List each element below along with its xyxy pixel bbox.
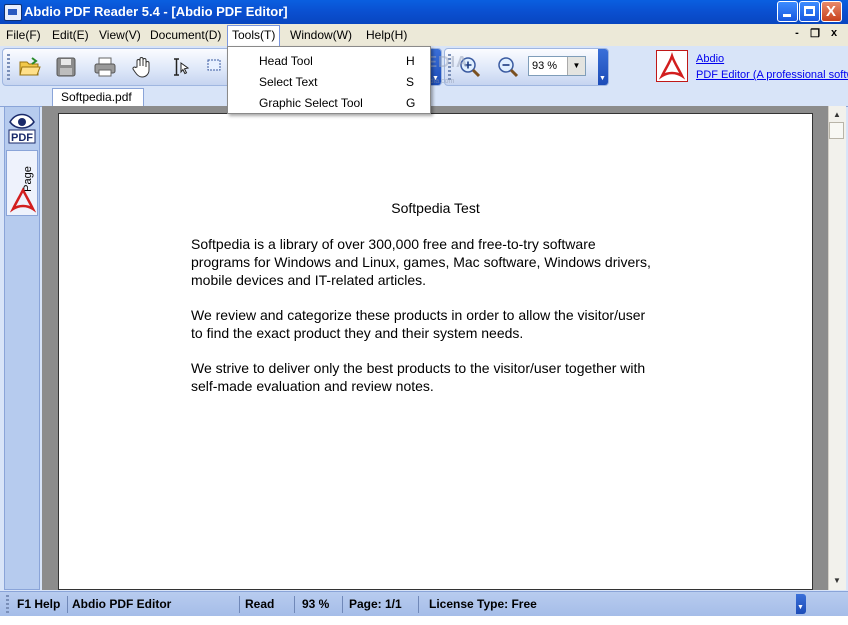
status-separator <box>239 596 240 613</box>
text-line: programs for Windows and Linux, games, M… <box>191 254 651 270</box>
text-line: We review and categorize these products … <box>191 307 646 323</box>
close-button[interactable]: X <box>821 1 842 22</box>
menu-item-label: Graphic Select Tool <box>259 96 363 110</box>
text-line: to find the exact product they and their… <box>191 325 524 341</box>
menu-item-shortcut: H <box>406 54 415 68</box>
document-title: Softpedia Test <box>391 200 480 216</box>
zoom-out-icon[interactable] <box>496 55 520 79</box>
scroll-down-icon[interactable]: ▼ <box>829 573 845 589</box>
status-page: Page: 1/1 <box>349 597 402 611</box>
menu-help[interactable]: Help(H) <box>362 26 411 44</box>
document-paragraph-3: We strive to deliver only the best produ… <box>191 359 691 395</box>
status-separator <box>418 596 419 613</box>
minimize-button[interactable] <box>777 1 798 22</box>
status-separator <box>294 596 295 613</box>
abdio-logo-icon[interactable] <box>656 50 688 82</box>
status-license: License Type: Free <box>429 597 537 611</box>
status-mode: Read <box>245 597 275 611</box>
toolbar-grip[interactable] <box>7 54 10 80</box>
status-help: F1 Help <box>17 597 61 611</box>
status-zoom: 93 % <box>302 597 330 611</box>
status-bar: F1 Help Abdio PDF Editor Read 93 % Page:… <box>0 591 848 617</box>
app-icon[interactable] <box>4 4 22 21</box>
bottom-strip <box>0 616 848 625</box>
menu-item-shortcut: S <box>406 75 415 89</box>
menu-item-label: Head Tool <box>259 54 313 68</box>
status-separator <box>67 596 68 613</box>
vertical-scrollbar[interactable]: ▲ ▼ <box>828 106 846 590</box>
text-line: We strive to deliver only the best produ… <box>191 360 646 376</box>
menu-tools[interactable]: Tools(T) <box>227 25 281 46</box>
print-icon[interactable] <box>93 55 117 79</box>
menu-item-label: Select Text <box>259 75 318 89</box>
pdf-logo-icon: PDF <box>8 113 36 144</box>
save-icon[interactable] <box>54 55 78 79</box>
pdf-editor-link[interactable]: PDF Editor (A professional softw <box>696 69 848 81</box>
mdi-restore-button[interactable]: ❐ <box>808 27 822 42</box>
text-line: self-made evaluation and review notes. <box>191 378 434 394</box>
menu-file[interactable]: File(F) <box>2 26 45 44</box>
menu-bar: File(F) Edit(E) View(V) Document(D) Tool… <box>0 24 848 47</box>
acrobat-icon <box>10 187 36 213</box>
graphic-select-icon[interactable] <box>205 55 229 79</box>
hand-icon[interactable] <box>130 55 154 79</box>
tab-document-label: Softpedia.pdf <box>61 90 132 104</box>
abdio-link[interactable]: Abdio <box>696 53 724 65</box>
statusbar-chevron[interactable] <box>796 594 806 614</box>
minimize-icon <box>783 14 791 17</box>
menu-item-graphic-select-tool[interactable]: Graphic Select Tool G <box>228 93 430 113</box>
tools-dropdown-menu: Head Tool H Select Text S Graphic Select… <box>227 46 431 114</box>
text-line: Softpedia is a library of over 300,000 f… <box>191 236 596 252</box>
title-bar: Abdio PDF Reader 5.4 - [Abdio PDF Editor… <box>0 0 848 24</box>
open-icon[interactable] <box>18 55 42 79</box>
document-paragraph-1: Softpedia is a library of over 300,000 f… <box>191 235 691 289</box>
zoom-select-value: 93 % <box>532 60 558 72</box>
statusbar-grip <box>6 595 9 613</box>
toolbar-overflow-chevron[interactable] <box>598 49 608 85</box>
close-icon: X <box>826 3 837 20</box>
menu-window[interactable]: Window(W) <box>286 26 356 44</box>
scroll-up-icon[interactable]: ▲ <box>829 107 845 123</box>
chevron-down-icon[interactable]: ▼ <box>567 57 585 75</box>
pdf-logo-text: PDF <box>11 132 33 144</box>
pdf-page[interactable] <box>58 113 813 590</box>
mdi-close-button[interactable]: x <box>827 27 841 42</box>
menu-document[interactable]: Document(D) <box>146 26 225 44</box>
menu-view[interactable]: View(V) <box>95 26 145 44</box>
text-line: mobile devices and IT-related articles. <box>191 272 426 288</box>
maximize-button[interactable] <box>799 1 820 22</box>
tab-document[interactable]: Softpedia.pdf <box>52 88 144 106</box>
menu-edit[interactable]: Edit(E) <box>48 26 93 44</box>
maximize-icon <box>804 6 815 16</box>
status-app-name: Abdio PDF Editor <box>72 597 172 611</box>
scrollbar-thumb[interactable] <box>829 122 844 139</box>
status-separator <box>342 596 343 613</box>
mdi-minimize-button[interactable]: - <box>790 27 804 42</box>
menu-item-select-text[interactable]: Select Text S <box>228 72 430 92</box>
window-title: Abdio PDF Reader 5.4 - [Abdio PDF Editor… <box>24 4 288 19</box>
select-text-icon[interactable] <box>168 55 192 79</box>
zoom-select[interactable]: 93 % ▼ <box>528 56 586 76</box>
menu-item-shortcut: G <box>406 96 416 110</box>
menu-item-head-tool[interactable]: Head Tool H <box>228 51 430 71</box>
page-panel-tab[interactable]: Page <box>6 150 38 216</box>
document-paragraph-2: We review and categorize these products … <box>191 306 691 342</box>
